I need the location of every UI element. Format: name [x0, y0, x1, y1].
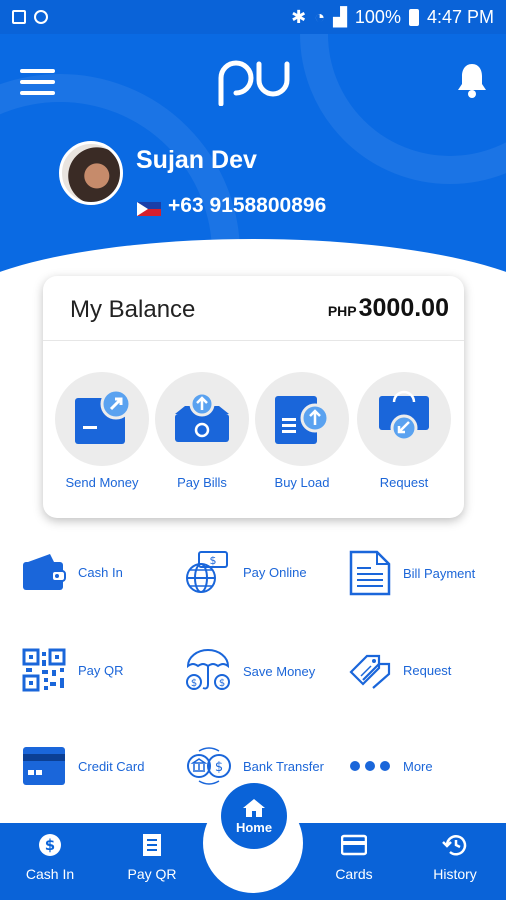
svg-text:$: $	[219, 678, 225, 689]
signal-icon: ▟	[333, 6, 347, 27]
battery-icon	[408, 8, 419, 26]
request-label: Request	[379, 475, 429, 490]
balance-title: My Balance	[70, 296, 196, 323]
nav-history-label: History	[433, 866, 477, 882]
service-credit-card[interactable]: Credit Card	[22, 746, 144, 786]
bill-payment-label: Bill Payment	[403, 565, 476, 581]
philippines-flag-icon	[137, 202, 161, 216]
svg-text:$: $	[191, 678, 197, 689]
dollar-coin-icon: $	[39, 834, 61, 856]
pay-qr-label: Pay QR	[78, 662, 124, 678]
bluetooth-icon: ✱	[291, 6, 307, 27]
document-icon	[349, 550, 391, 596]
nav-cash-in-label: Cash In	[25, 866, 75, 882]
bell-icon[interactable]	[456, 62, 488, 98]
service-save-money[interactable]: $ $ Save Money	[185, 648, 315, 694]
send-money-icon	[75, 388, 132, 444]
credit-card-icon	[23, 747, 65, 785]
cash-in-label: Cash In	[78, 564, 123, 580]
nav-history[interactable]: History	[410, 833, 500, 882]
wallet-icon	[23, 554, 66, 590]
nav-cash-in[interactable]: $ Cash In	[5, 833, 95, 882]
status-bar: ✱ ◔ ▟ 100% 4:47 PM	[0, 0, 506, 34]
image-notification-icon	[12, 10, 26, 24]
credit-card-label: Credit Card	[78, 758, 145, 774]
service-bank-transfer[interactable]: $ Bank Transfer	[185, 746, 324, 786]
more-dots-icon	[350, 761, 390, 771]
home-icon	[243, 798, 265, 817]
nav-pay-qr[interactable]: Pay QR	[107, 833, 197, 882]
card-icon	[340, 834, 368, 856]
send-money-label: Send Money	[65, 475, 139, 490]
request-service-label: Request	[403, 662, 452, 678]
pay-bills-label: Pay Bills	[177, 475, 227, 490]
battery-level: 100%	[354, 6, 401, 27]
nav-pay-qr-label: Pay QR	[127, 866, 177, 882]
service-request[interactable]: Request	[349, 650, 451, 690]
user-phone: +63 9158800896	[168, 194, 327, 217]
balance-currency: PHP	[327, 303, 357, 319]
pay-bills-icon	[175, 391, 229, 442]
svg-text:$: $	[210, 554, 217, 567]
buy-load-icon	[275, 396, 330, 444]
buy-load-button[interactable]: Buy Load	[254, 372, 350, 490]
balance-card: My Balance PHP3000.00 Send Money Pay Bil…	[43, 276, 464, 518]
service-more[interactable]: More	[349, 758, 433, 774]
service-pay-online[interactable]: $ Pay Online	[185, 550, 307, 594]
svg-text:$: $	[215, 760, 223, 775]
home-button[interactable]: Home	[221, 783, 287, 849]
tag-icon	[349, 654, 391, 689]
more-label: More	[403, 758, 433, 774]
globe-money-icon: $	[186, 551, 228, 593]
service-bill-payment[interactable]: Bill Payment	[349, 550, 475, 596]
bank-transfer-label: Bank Transfer	[243, 758, 324, 774]
avatar[interactable]	[59, 141, 123, 205]
divider	[43, 340, 464, 341]
app-notification-icon	[34, 10, 48, 24]
umbrella-money-icon: $ $	[186, 649, 230, 690]
balance-amount: PHP3000.00	[328, 294, 449, 323]
history-icon	[442, 835, 467, 856]
service-pay-qr[interactable]: Pay QR	[22, 648, 124, 692]
user-name: Sujan Dev	[136, 146, 257, 174]
nav-cards[interactable]: Cards	[309, 833, 399, 882]
svg-text:$: $	[45, 836, 55, 854]
request-icon	[379, 390, 429, 442]
bank-transfer-icon: $	[187, 747, 231, 785]
menu-icon[interactable]	[20, 69, 55, 95]
save-money-label: Save Money	[243, 663, 316, 679]
nav-cards-label: Cards	[335, 866, 373, 882]
send-money-button[interactable]: Send Money	[54, 372, 150, 490]
balance-value: 3000.00	[358, 294, 449, 322]
home-label: Home	[235, 819, 273, 835]
pay-online-label: Pay Online	[243, 564, 307, 580]
buy-load-label: Buy Load	[274, 475, 330, 490]
profile-header: Sujan Dev +63 9158800896	[0, 34, 506, 309]
clock: 4:47 PM	[426, 6, 494, 27]
decorative-ring	[300, 34, 506, 184]
receipt-icon	[143, 834, 161, 856]
qr-code-icon	[22, 648, 66, 692]
service-cash-in[interactable]: Cash In	[22, 552, 123, 592]
request-button[interactable]: Request	[356, 372, 452, 490]
wifi-icon: ◔	[314, 6, 326, 27]
app-logo	[218, 60, 290, 106]
pay-bills-button[interactable]: Pay Bills	[154, 372, 250, 490]
